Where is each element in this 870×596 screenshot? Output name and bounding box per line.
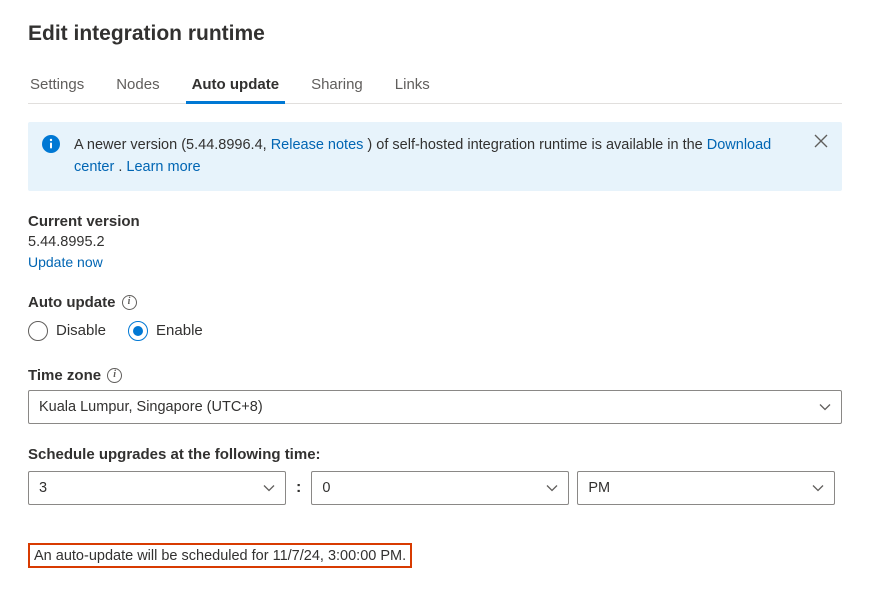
radio-enable[interactable]: Enable [128,321,203,341]
schedule-label: Schedule upgrades at the following time: [28,446,842,463]
tab-settings[interactable]: Settings [28,68,86,103]
banner-new-version: 5.44.8996.4 [186,137,263,153]
current-version-section: Current version 5.44.8995.2 Update now [28,213,842,270]
radio-circle-icon [28,321,48,341]
tab-auto-update[interactable]: Auto update [190,68,282,103]
time-zone-select[interactable]: Kuala Lumpur, Singapore (UTC+8) [28,390,842,424]
info-icon[interactable]: i [122,295,137,310]
info-icon [42,135,60,153]
chevron-down-icon [546,482,558,494]
info-banner: A newer version (5.44.8996.4, Release no… [28,122,842,191]
banner-text: A newer version ( [74,137,186,153]
time-zone-value: Kuala Lumpur, Singapore (UTC+8) [39,399,263,415]
current-version-label: Current version [28,213,842,230]
banner-message: A newer version (5.44.8996.4, Release no… [74,134,800,179]
time-zone-label: Time zone [28,367,101,384]
schedule-note-highlight: An auto-update will be scheduled for 11/… [28,543,412,568]
chevron-down-icon [812,482,824,494]
schedule-minute-select[interactable]: 0 [311,471,569,505]
current-version-value: 5.44.8995.2 [28,234,842,250]
close-icon[interactable] [814,134,828,148]
learn-more-link[interactable]: Learn more [126,159,200,175]
update-now-link[interactable]: Update now [28,254,103,270]
info-icon[interactable]: i [107,368,122,383]
schedule-hour-select[interactable]: 3 [28,471,286,505]
tab-nodes[interactable]: Nodes [114,68,161,103]
auto-update-radio-group: Disable Enable [28,321,842,341]
page-title: Edit integration runtime [28,22,842,46]
auto-update-label: Auto update [28,294,116,311]
banner-text: ) of self-hosted integration runtime is … [363,137,706,153]
chevron-down-icon [819,401,831,413]
schedule-hour-value: 3 [39,480,47,496]
tab-bar: Settings Nodes Auto update Sharing Links [28,68,842,104]
radio-disable[interactable]: Disable [28,321,106,341]
schedule-minute-value: 0 [322,480,330,496]
time-colon: : [294,479,303,497]
radio-circle-icon [128,321,148,341]
schedule-note: An auto-update will be scheduled for 11/… [34,548,406,564]
schedule-ampm-select[interactable]: PM [577,471,835,505]
banner-text: . [114,159,126,175]
time-zone-section: Time zone i Kuala Lumpur, Singapore (UTC… [28,367,842,424]
tab-sharing[interactable]: Sharing [309,68,365,103]
radio-disable-label: Disable [56,322,106,339]
radio-enable-label: Enable [156,322,203,339]
release-notes-link[interactable]: Release notes [271,137,364,153]
chevron-down-icon [263,482,275,494]
banner-text: , [263,137,271,153]
tab-links[interactable]: Links [393,68,432,103]
auto-update-section: Auto update i Disable Enable [28,294,842,341]
schedule-ampm-value: PM [588,480,610,496]
schedule-section: Schedule upgrades at the following time:… [28,446,842,505]
